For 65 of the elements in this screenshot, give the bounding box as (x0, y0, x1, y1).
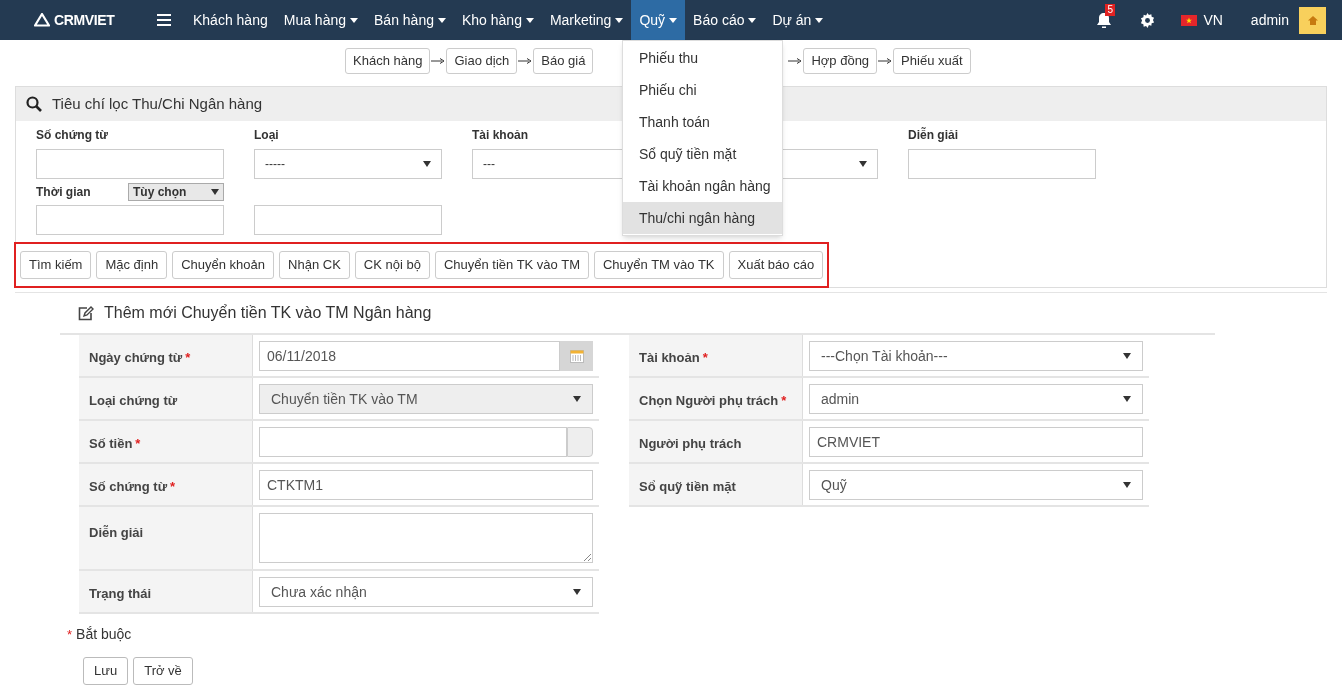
filter-button[interactable]: Mặc định (96, 251, 168, 279)
logo-text: CRMVIET (54, 10, 115, 30)
workflow-step[interactable]: Phiếu xuất (893, 47, 971, 74)
select-field: Chuyển tiền TK vào TM (259, 384, 593, 414)
select-field[interactable]: Quỹ (809, 470, 1143, 500)
field-label: Số chứng từ (36, 127, 109, 144)
dropdown-item[interactable]: Phiếu thu (623, 42, 782, 74)
form-label: Người phụ trách (639, 435, 742, 454)
form-label: Ngày chứng từ (89, 349, 183, 368)
select-field[interactable]: ----- (254, 149, 442, 179)
date-field[interactable]: 06/11/2018 (259, 341, 560, 371)
text-field[interactable]: CTKTM1 (259, 470, 593, 500)
dropdown-item[interactable]: Thanh toán (623, 106, 782, 138)
form-button[interactable]: Lưu (83, 657, 129, 685)
field-label: Diễn giải (908, 126, 958, 144)
required-note: Bắt buộc (76, 625, 132, 644)
required-mark: * (702, 349, 708, 368)
form-title: Thêm mới Chuyển tiền TK vào TM Ngân hàng (104, 303, 432, 323)
form-label: Chọn Người phụ trách (639, 392, 779, 411)
nav-menu-item[interactable]: Kho hàng (453, 0, 542, 40)
language-label[interactable]: VN (1203, 9, 1223, 31)
select-field[interactable]: admin (809, 384, 1143, 414)
form-button[interactable]: Trở về (133, 657, 193, 685)
filter-button[interactable]: CK nội bộ (354, 251, 430, 279)
required-mark: * (67, 625, 73, 644)
field-label: Thời gian (36, 184, 92, 201)
workflow-step[interactable]: Giao dịch (446, 47, 518, 74)
nav-menu-item[interactable]: Dự án (764, 0, 832, 40)
select-field[interactable]: ---Chọn Tài khoản--- (809, 341, 1143, 371)
notification-badge: 5 (1105, 3, 1115, 16)
form-label: Số tiền (89, 435, 133, 454)
form-label: Tài khoản (639, 349, 700, 368)
filter-button[interactable]: Xuất báo cáo (728, 251, 824, 279)
form-label: Diễn giải (89, 524, 144, 542)
field-label: Tài khoản (472, 127, 528, 144)
nav-menu-item[interactable]: Khách hàng (185, 0, 276, 40)
required-mark: * (135, 435, 141, 454)
nav-menu-item[interactable]: Bán hàng (366, 0, 454, 40)
panel-title: Tiêu chí lọc Thu/Chi Ngân hàng (52, 93, 263, 114)
form-label: Loại chứng từ (89, 392, 178, 411)
filter-button[interactable]: Chuyển khoản (172, 251, 275, 279)
time-select[interactable]: Tùy chọn (128, 183, 224, 201)
nav-menu-item[interactable]: Quỹ (631, 0, 686, 40)
filter-button[interactable]: Nhận CK (279, 251, 350, 279)
dropdown-item[interactable]: Thu/chi ngân hàng (623, 202, 782, 234)
form-label: Trạng thái (89, 585, 152, 604)
field-label: Loại (254, 127, 279, 144)
nav-menu-item[interactable]: Marketing (541, 0, 632, 40)
text-field[interactable]: CRMVIET (809, 427, 1143, 457)
required-mark: * (781, 392, 787, 411)
required-mark: * (170, 478, 176, 497)
workflow-step[interactable]: Khách hàng (345, 47, 431, 74)
nav-menu-item[interactable]: Mua hàng (275, 0, 366, 40)
filter-button[interactable]: Chuyển tiền TK vào TM (434, 251, 589, 279)
required-mark: * (185, 349, 191, 368)
form-label: Số chứng từ (89, 478, 168, 497)
workflow-step[interactable]: Báo giá (533, 47, 594, 74)
form-label: Sổ quỹ tiền mặt (639, 478, 736, 497)
filter-button[interactable]: Tìm kiếm (20, 251, 92, 279)
filter-button[interactable]: Chuyển TM vào TK (594, 251, 724, 279)
nav-menu-item[interactable]: Báo cáo (685, 0, 765, 40)
user-name[interactable]: admin (1250, 9, 1289, 31)
dropdown-item[interactable]: Phiếu chi (623, 74, 782, 106)
select-field[interactable]: Chưa xác nhận (259, 577, 593, 607)
workflow-step[interactable]: Hợp đồng (803, 47, 878, 74)
